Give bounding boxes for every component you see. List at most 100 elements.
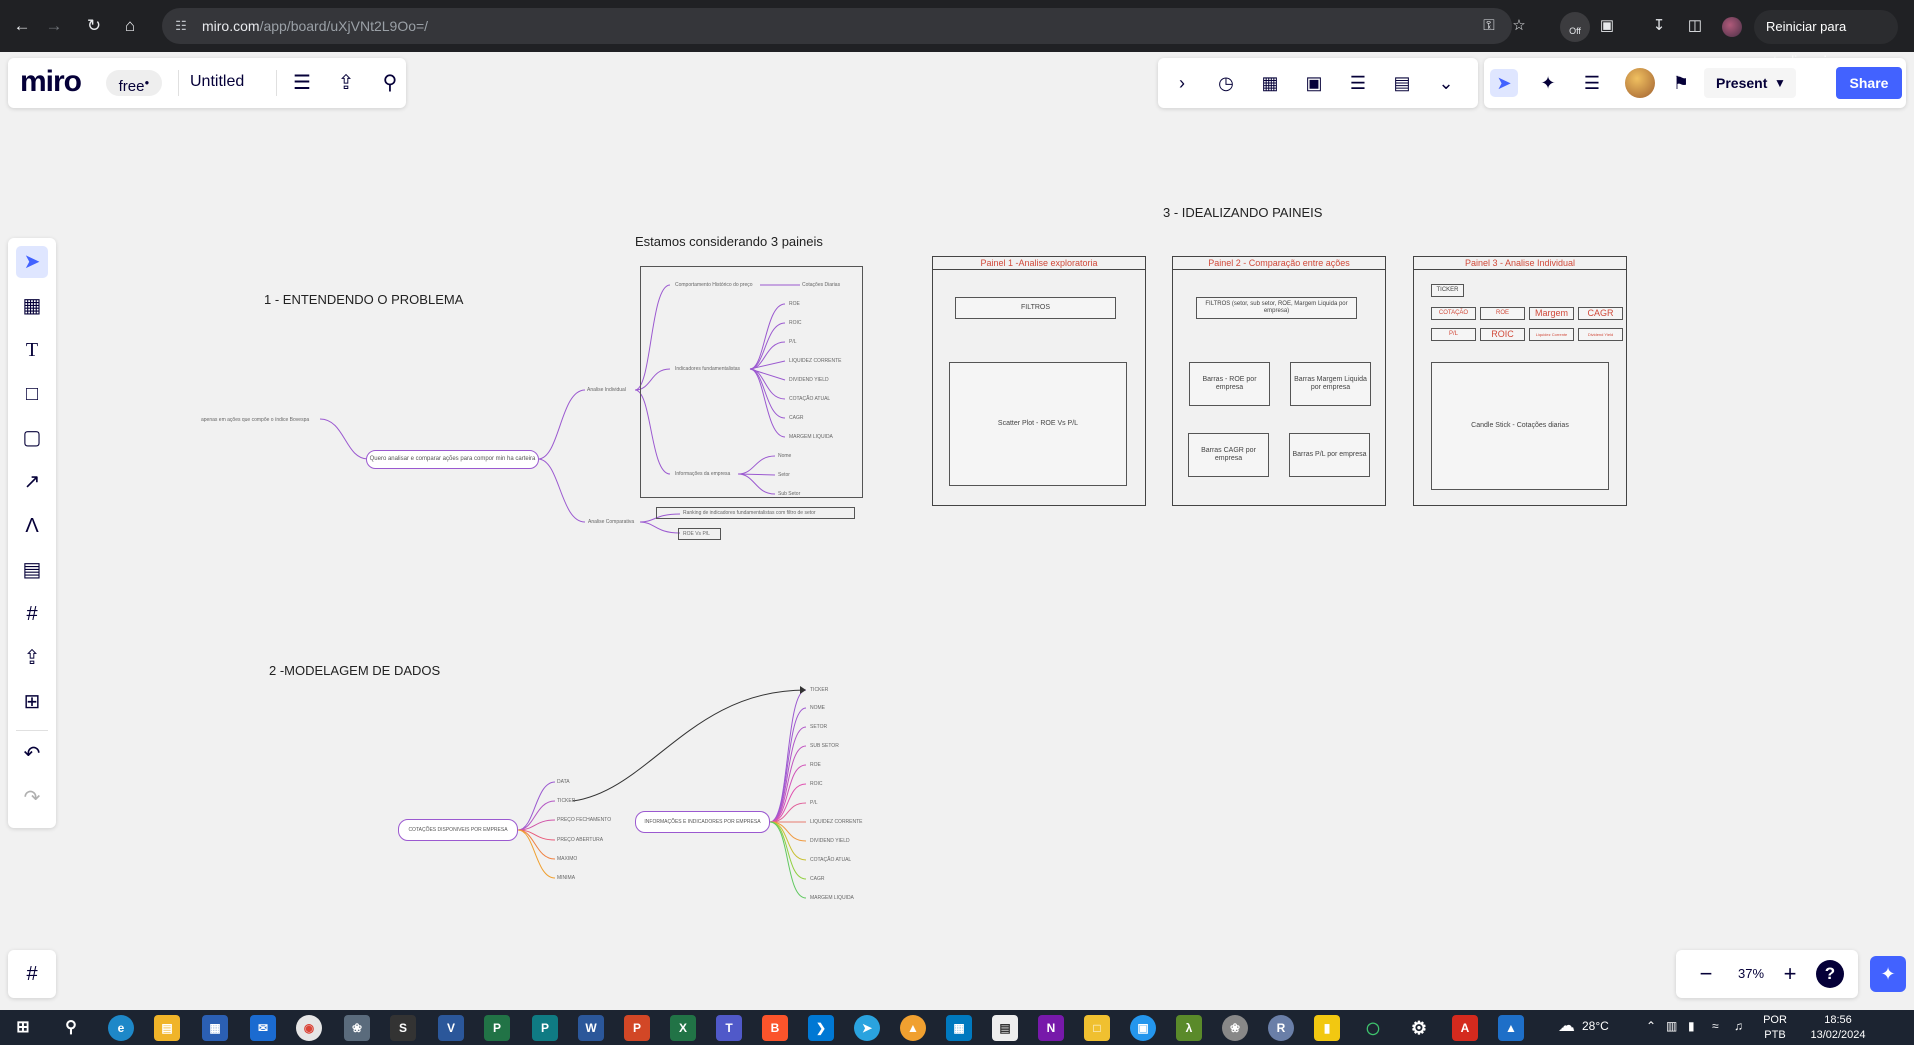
right-leaf[interactable]: ROIC bbox=[810, 781, 823, 787]
redo-icon[interactable]: ↷ bbox=[16, 782, 48, 814]
sticky-notes-icon[interactable]: □ bbox=[1084, 1015, 1110, 1041]
mail-icon[interactable]: ✉ bbox=[250, 1015, 276, 1041]
voting-icon[interactable]: ☰ bbox=[1344, 69, 1372, 97]
text-tool-icon[interactable]: T bbox=[16, 334, 48, 366]
battery-icon[interactable]: ▮ bbox=[1688, 1019, 1695, 1033]
brain-icon[interactable]: ❀ bbox=[1222, 1015, 1248, 1041]
section2-title[interactable]: 2 -MODELAGEM DE DADOS bbox=[269, 663, 440, 678]
notifications-icon[interactable]: ⚑ bbox=[1667, 69, 1695, 97]
panel1-filters[interactable]: FILTROS bbox=[955, 297, 1116, 319]
right-leaf[interactable]: COTAÇÃO ATUAL bbox=[810, 857, 851, 863]
miro-logo[interactable]: miro bbox=[20, 65, 82, 99]
teams-icon[interactable]: T bbox=[716, 1015, 742, 1041]
sub-info[interactable]: Informações da empresa bbox=[675, 471, 730, 477]
left-leaf[interactable]: TICKER bbox=[557, 798, 575, 804]
powerpoint-icon[interactable]: P bbox=[624, 1015, 650, 1041]
fund-leaf[interactable]: ROIC bbox=[789, 320, 802, 326]
vscode-icon[interactable]: ❯ bbox=[808, 1015, 834, 1041]
sub-fund[interactable]: Indicadores fundamentalistas bbox=[675, 366, 740, 372]
volume-icon[interactable]: ♫ bbox=[1734, 1019, 1743, 1033]
mindmap2-left-root[interactable]: COTAÇÕES DISPONIVEIS POR EMPRESA bbox=[398, 819, 518, 841]
right-leaf[interactable]: MARGEM LIQUIDA bbox=[810, 895, 854, 901]
panel3-chip[interactable]: Liquidez Corrente bbox=[1529, 328, 1574, 341]
share-button[interactable]: Share bbox=[1836, 67, 1902, 99]
right-leaf[interactable]: ROE bbox=[810, 762, 821, 768]
mindmap1-root[interactable]: Quero analisar e comparar ações para com… bbox=[366, 450, 539, 469]
password-key-icon[interactable]: ⚿ bbox=[1478, 15, 1500, 37]
brave-icon[interactable]: B bbox=[762, 1015, 788, 1041]
branch-comparativa[interactable]: Analise Comparativa bbox=[588, 519, 634, 525]
extension-off-badge[interactable]: Off bbox=[1560, 12, 1590, 42]
templates-icon[interactable]: ▦ bbox=[16, 290, 48, 322]
telegram-icon[interactable]: ➤ bbox=[854, 1015, 880, 1041]
right-leaf[interactable]: NOME bbox=[810, 705, 825, 711]
panel3-chip[interactable]: P/L bbox=[1431, 328, 1476, 341]
photos-icon[interactable]: ▲ bbox=[1498, 1015, 1524, 1041]
comment-tool-icon[interactable]: ▤ bbox=[16, 554, 48, 586]
left-leaf[interactable]: DATA bbox=[557, 779, 570, 785]
paint-icon[interactable]: ❀ bbox=[344, 1015, 370, 1041]
panel3-chip[interactable]: Dividend Yield bbox=[1578, 328, 1623, 341]
more-chevrons-icon[interactable]: ⌄ bbox=[1432, 69, 1460, 97]
fund-leaf[interactable]: ROE bbox=[789, 301, 800, 307]
ai-assist-icon[interactable]: ✦ bbox=[1870, 956, 1906, 992]
more-apps-icon[interactable]: ⊞ bbox=[16, 686, 48, 718]
fund-leaf[interactable]: LIQUIDEZ CORRENTE bbox=[789, 358, 842, 364]
visio-icon[interactable]: V bbox=[438, 1015, 464, 1041]
right-leaf[interactable]: P/L bbox=[810, 800, 818, 806]
individual-group-frame[interactable] bbox=[640, 266, 863, 498]
r-icon[interactable]: R bbox=[1268, 1015, 1294, 1041]
weather-icon[interactable]: ☁ bbox=[1558, 1016, 1575, 1036]
word-icon[interactable]: W bbox=[578, 1015, 604, 1041]
panel3-chip[interactable]: CAGR bbox=[1578, 307, 1623, 320]
wifi-icon[interactable]: ≈ bbox=[1712, 1019, 1719, 1033]
download-icon[interactable]: ↧ bbox=[1648, 15, 1670, 37]
mindmap2-right-root[interactable]: INFORMAÇÕES E INDICADORES POR EMPRESA bbox=[635, 811, 770, 833]
panel3-chip[interactable]: ROIC bbox=[1480, 328, 1525, 341]
celebrate-icon[interactable]: ✦ bbox=[1534, 69, 1562, 97]
panel2-chart-roe[interactable]: Barras - ROE por empresa bbox=[1189, 362, 1270, 406]
sync-icon[interactable]: ◯ bbox=[1360, 1015, 1386, 1041]
tray-chevron-icon[interactable]: ⌃ bbox=[1646, 1019, 1656, 1033]
vlc-icon[interactable]: ▲ bbox=[900, 1015, 926, 1041]
comp-ranking[interactable]: Ranking de indicadores fundamentalistas … bbox=[656, 507, 855, 519]
side-panel-icon[interactable]: ◫ bbox=[1684, 15, 1706, 37]
info-leaf[interactable]: Setor bbox=[778, 472, 790, 478]
address-bar[interactable]: ☷ miro.com/app/board/uXjVNt2L9Oo=/ ⚿ ☆ bbox=[162, 8, 1526, 44]
zoom-out-icon[interactable]: − bbox=[1692, 960, 1720, 988]
left-leaf[interactable]: MINIMA bbox=[557, 875, 575, 881]
forward-icon[interactable]: → bbox=[42, 14, 66, 38]
board-canvas[interactable]: 1 - ENTENDENDO O PROBLEMA 2 -MODELAGEM D… bbox=[0, 0, 1914, 1010]
fund-leaf[interactable]: COTAÇÃO ATUAL bbox=[789, 396, 830, 402]
back-icon[interactable]: ← bbox=[10, 14, 34, 38]
panel3-frame[interactable]: Painel 3 - Analise Individual TICKER COT… bbox=[1413, 256, 1627, 506]
chevron-right-icon[interactable]: › bbox=[1168, 69, 1196, 97]
store-icon[interactable]: ▦ bbox=[202, 1015, 228, 1041]
profile-avatar[interactable] bbox=[1722, 17, 1742, 37]
present-dropdown-icon[interactable]: ▼ bbox=[1764, 68, 1796, 98]
excel-icon[interactable]: X bbox=[670, 1015, 696, 1041]
connector-line-icon[interactable]: ↗ bbox=[16, 466, 48, 498]
update-button[interactable]: Reiniciar para atualizar ⋮ bbox=[1754, 10, 1898, 68]
panel2-frame[interactable]: Painel 2 - Comparação entre ações FILTRO… bbox=[1172, 256, 1386, 506]
windows-start-icon[interactable]: ⊞ bbox=[10, 1015, 36, 1041]
fund-leaf[interactable]: P/L bbox=[789, 339, 797, 345]
panel2-chart-pl[interactable]: Barras P/L por empresa bbox=[1289, 433, 1370, 477]
shape-tool-icon[interactable]: ▢ bbox=[16, 422, 48, 454]
upload-icon[interactable]: ⇪ bbox=[16, 642, 48, 674]
board-title[interactable]: Untitled bbox=[190, 73, 244, 91]
pen-tool-icon[interactable]: Λ bbox=[16, 510, 48, 542]
onenote-icon[interactable]: N bbox=[1038, 1015, 1064, 1041]
acrobat-icon[interactable]: A bbox=[1452, 1015, 1478, 1041]
notes-icon[interactable]: ▤ bbox=[1388, 69, 1416, 97]
panel3-chip[interactable]: Margem bbox=[1529, 307, 1574, 320]
main-menu-icon[interactable]: ☰ bbox=[288, 69, 316, 97]
taskbar-search-icon[interactable]: ⚲ bbox=[58, 1015, 84, 1041]
panel1-frame[interactable]: Painel 1 -Analise exploratoria FILTROS S… bbox=[932, 256, 1146, 506]
frame-tool-icon[interactable]: # bbox=[16, 598, 48, 630]
site-info-icon[interactable]: ☷ bbox=[172, 17, 190, 35]
right-leaf[interactable]: LIQUIDEZ CORRENTE bbox=[810, 819, 863, 825]
lambda-icon[interactable]: λ bbox=[1176, 1015, 1202, 1041]
info-leaf[interactable]: Sub Setor bbox=[778, 491, 800, 497]
timer-icon[interactable]: ◷ bbox=[1212, 69, 1240, 97]
